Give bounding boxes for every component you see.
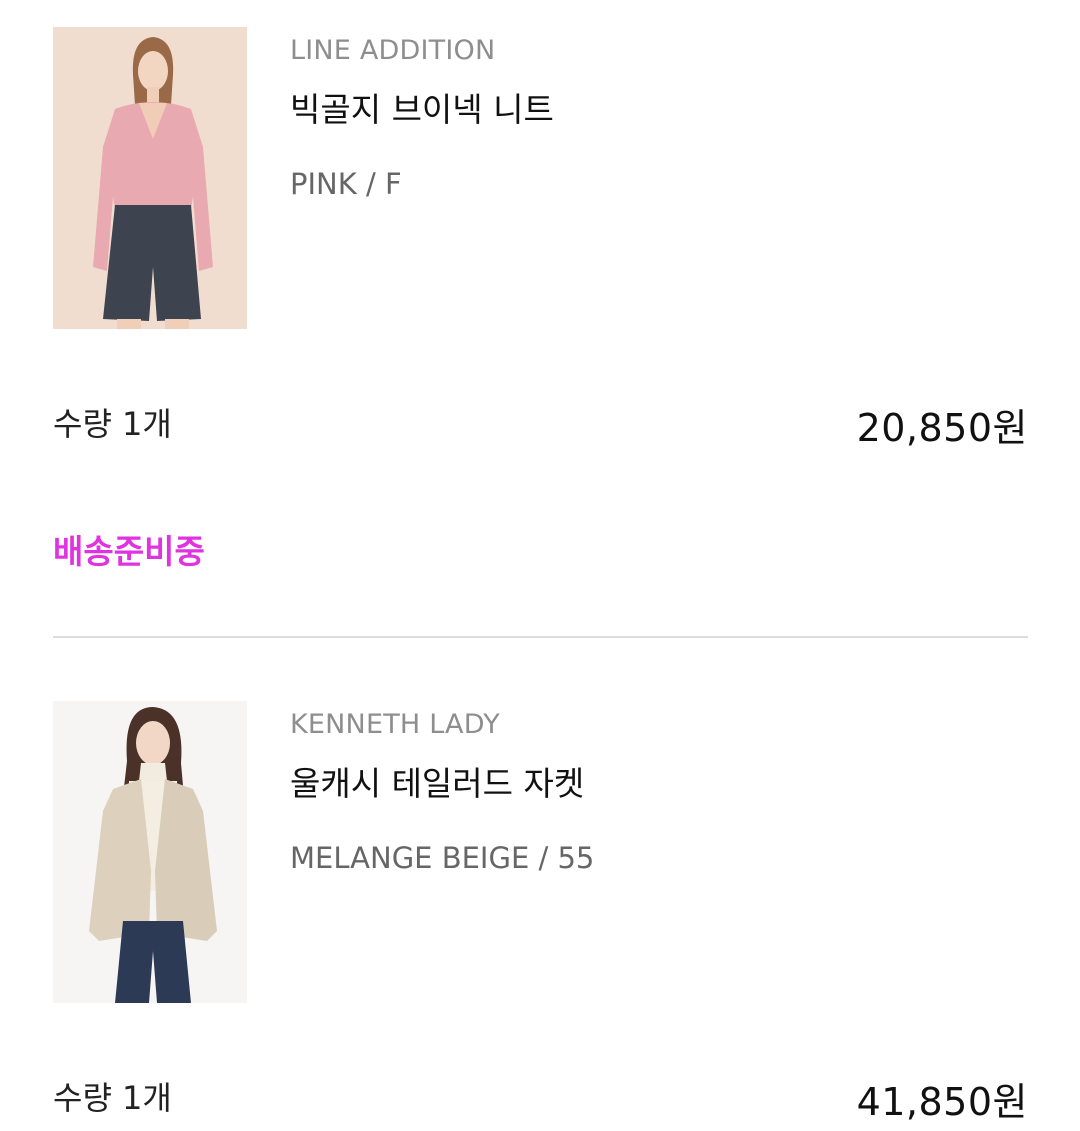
price: 20,850원 (856, 406, 1028, 450)
product-option: MELANGE BEIGE / 55 (290, 841, 595, 875)
quantity-label: 수량 1개 (53, 405, 172, 443)
product-photo-pink-knit (53, 27, 247, 329)
product-image[interactable] (53, 27, 247, 329)
brand-name[interactable]: KENNETH LADY (290, 709, 500, 740)
quantity-label: 수량 1개 (53, 1079, 172, 1117)
delivery-status: 배송준비중 (53, 532, 205, 571)
product-name[interactable]: 빅골지 브이넥 니트 (290, 83, 554, 131)
price: 41,850원 (856, 1080, 1028, 1124)
product-image[interactable] (53, 701, 247, 1003)
product-photo-beige-jacket (53, 701, 247, 1003)
product-name[interactable]: 울캐시 테일러드 자켓 (290, 757, 584, 805)
brand-name[interactable]: LINE ADDITION (290, 35, 495, 66)
divider (53, 636, 1028, 638)
product-option: PINK / F (290, 167, 402, 201)
